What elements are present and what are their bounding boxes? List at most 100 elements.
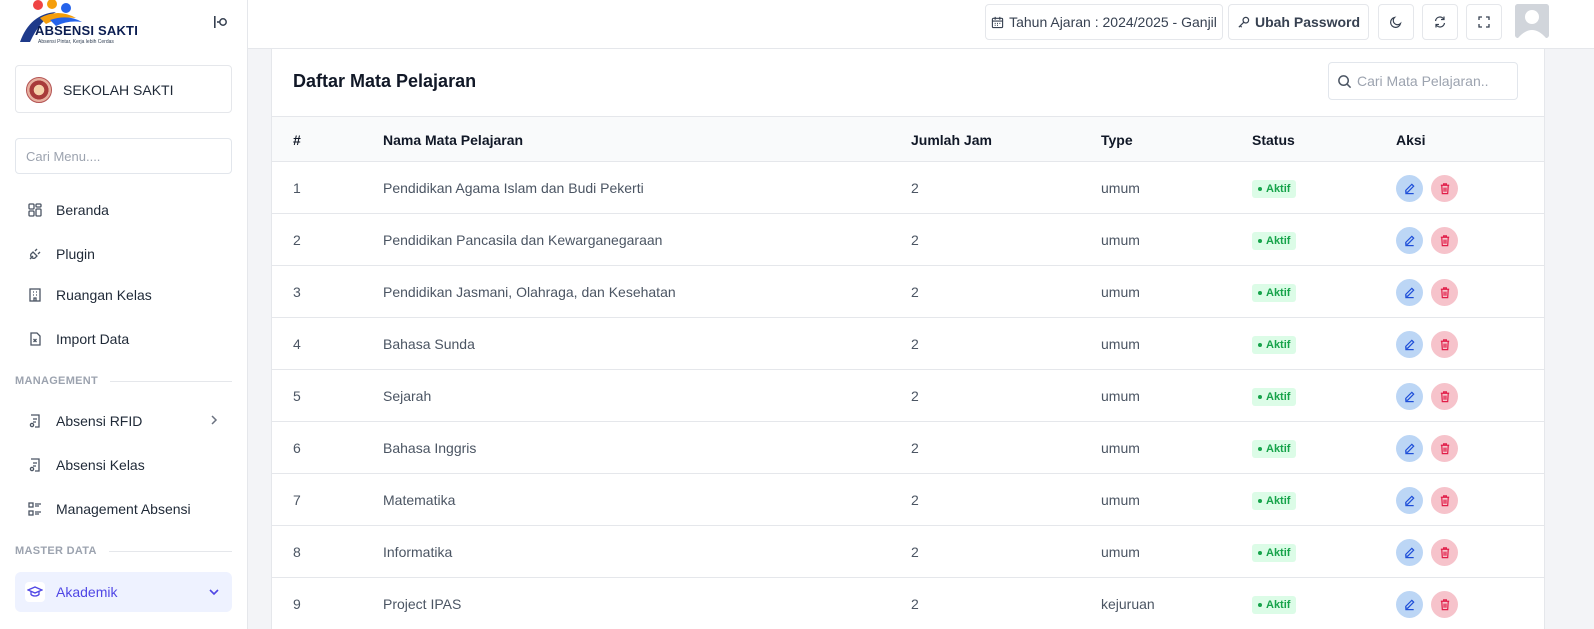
table-row: 5 Sejarah 2 umum Aktif [272,370,1544,422]
brand-tagline: Absensi Pintar, Kerja lebih Cerdas [38,39,114,45]
delete-button[interactable] [1431,227,1458,254]
academic-year-button[interactable]: Tahun Ajaran : 2024/2025 - Ganjil [985,4,1223,40]
edit-button[interactable] [1396,279,1423,306]
edit-icon [1403,390,1416,403]
sidebar-item-label: Akademik [56,584,118,600]
change-password-label: Ubah Password [1254,14,1361,30]
cell-nama: Matematika [383,492,456,508]
sidebar-item-absensi-rfid[interactable]: Absensi RFID [15,402,232,440]
sidebar-item-akademik[interactable]: Akademik [15,572,232,612]
cell-no: 2 [293,232,301,248]
status-dot-icon [1258,603,1262,607]
edit-button[interactable] [1396,487,1423,514]
delete-button[interactable] [1431,591,1458,618]
status-label: Aktif [1266,599,1291,611]
brand-logo[interactable]: ABSENSI SAKTI Absensi Pintar, Kerja lebi… [16,0,146,48]
edit-button[interactable] [1396,175,1423,202]
school-selector[interactable]: SEKOLAH SAKTI [15,65,232,113]
refresh-button[interactable] [1422,4,1458,40]
status-label: Aktif [1266,495,1291,507]
sidebar-item-plugin[interactable]: Plugin [15,235,232,273]
status-label: Aktif [1266,339,1291,351]
fullscreen-icon [1478,16,1490,28]
cell-jumlah-jam: 2 [911,544,919,560]
sidebar-item-management-absensi[interactable]: Management Absensi [15,490,232,528]
menu-search-input[interactable] [15,138,232,174]
table-header: # Nama Mata Pelajaran Jumlah Jam Type St… [272,116,1544,162]
sidebar-item-label: Absensi RFID [56,413,143,429]
edit-button[interactable] [1396,383,1423,410]
column-header-no: # [293,132,301,148]
cell-jumlah-jam: 2 [911,596,919,612]
sidebar-item-ruangan-kelas[interactable]: Ruangan Kelas [15,276,232,314]
section-divider [108,550,232,552]
status-dot-icon [1258,291,1262,295]
user-avatar[interactable] [1515,4,1549,38]
status-badge: Aktif [1252,492,1297,510]
graduation-cap-icon [25,582,45,602]
delete-button[interactable] [1431,279,1458,306]
key-icon [1238,16,1250,28]
user-avatar-icon [1515,4,1549,38]
subject-search-input[interactable] [1357,63,1515,99]
column-header-nama: Nama Mata Pelajaran [383,132,524,148]
edit-icon [1403,494,1416,507]
cell-nama: Pendidikan Agama Islam dan Budi Pekerti [383,180,644,196]
status-badge: Aktif [1252,544,1297,562]
trash-icon [1439,286,1451,299]
delete-button[interactable] [1431,435,1458,462]
sidebar-item-absensi-kelas[interactable]: Absensi Kelas [15,446,232,484]
status-badge: Aktif [1252,284,1297,302]
edit-icon [1403,286,1416,299]
trash-icon [1439,390,1451,403]
cell-jumlah-jam: 2 [911,180,919,196]
academic-year-label: Tahun Ajaran : 2024/2025 - Ganjil [1009,14,1217,30]
status-dot-icon [1258,395,1262,399]
delete-button[interactable] [1431,539,1458,566]
edit-button[interactable] [1396,539,1423,566]
edit-icon [1403,442,1416,455]
table-row: 9 Project IPAS 2 kejuruan Aktif [272,578,1544,629]
edit-button[interactable] [1396,227,1423,254]
cell-no: 6 [293,440,301,456]
trash-icon [1439,234,1451,247]
delete-button[interactable] [1431,175,1458,202]
edit-icon [1403,546,1416,559]
edit-button[interactable] [1396,435,1423,462]
status-dot-icon [1258,447,1262,451]
delete-button[interactable] [1431,487,1458,514]
sidebar-item-import-data[interactable]: Import Data [15,320,232,358]
edit-button[interactable] [1396,331,1423,358]
table-row: 2 Pendidikan Pancasila dan Kewarganegaraa… [272,214,1544,266]
status-dot-icon [1258,239,1262,243]
table-row: 4 Bahasa Sunda 2 umum Aktif [272,318,1544,370]
refresh-icon [1434,16,1446,28]
delete-button[interactable] [1431,331,1458,358]
school-emblem-icon [26,77,52,103]
status-label: Aktif [1266,183,1291,195]
change-password-button[interactable]: Ubah Password [1228,4,1369,40]
cell-type: kejuruan [1101,596,1155,612]
fullscreen-button[interactable] [1466,4,1502,40]
status-label: Aktif [1266,547,1291,559]
sidebar-collapse-icon[interactable] [212,14,228,30]
subject-search[interactable] [1328,62,1518,100]
edit-button[interactable] [1396,591,1423,618]
table-row: 8 Informatika 2 umum Aktif [272,526,1544,578]
status-dot-icon [1258,499,1262,503]
trash-icon [1439,546,1451,559]
trash-icon [1439,598,1451,611]
dark-mode-button[interactable] [1378,4,1414,40]
cell-nama: Project IPAS [383,596,462,612]
status-badge: Aktif [1252,232,1297,250]
sidebar-item-label: Plugin [56,246,95,262]
clipboard-icon [25,455,45,475]
cell-jumlah-jam: 2 [911,440,919,456]
edit-icon [1403,338,1416,351]
moon-icon [1390,16,1402,28]
status-label: Aktif [1266,443,1291,455]
status-badge: Aktif [1252,180,1297,198]
delete-button[interactable] [1431,383,1458,410]
cell-jumlah-jam: 2 [911,284,919,300]
sidebar-item-beranda[interactable]: Beranda [15,191,232,229]
